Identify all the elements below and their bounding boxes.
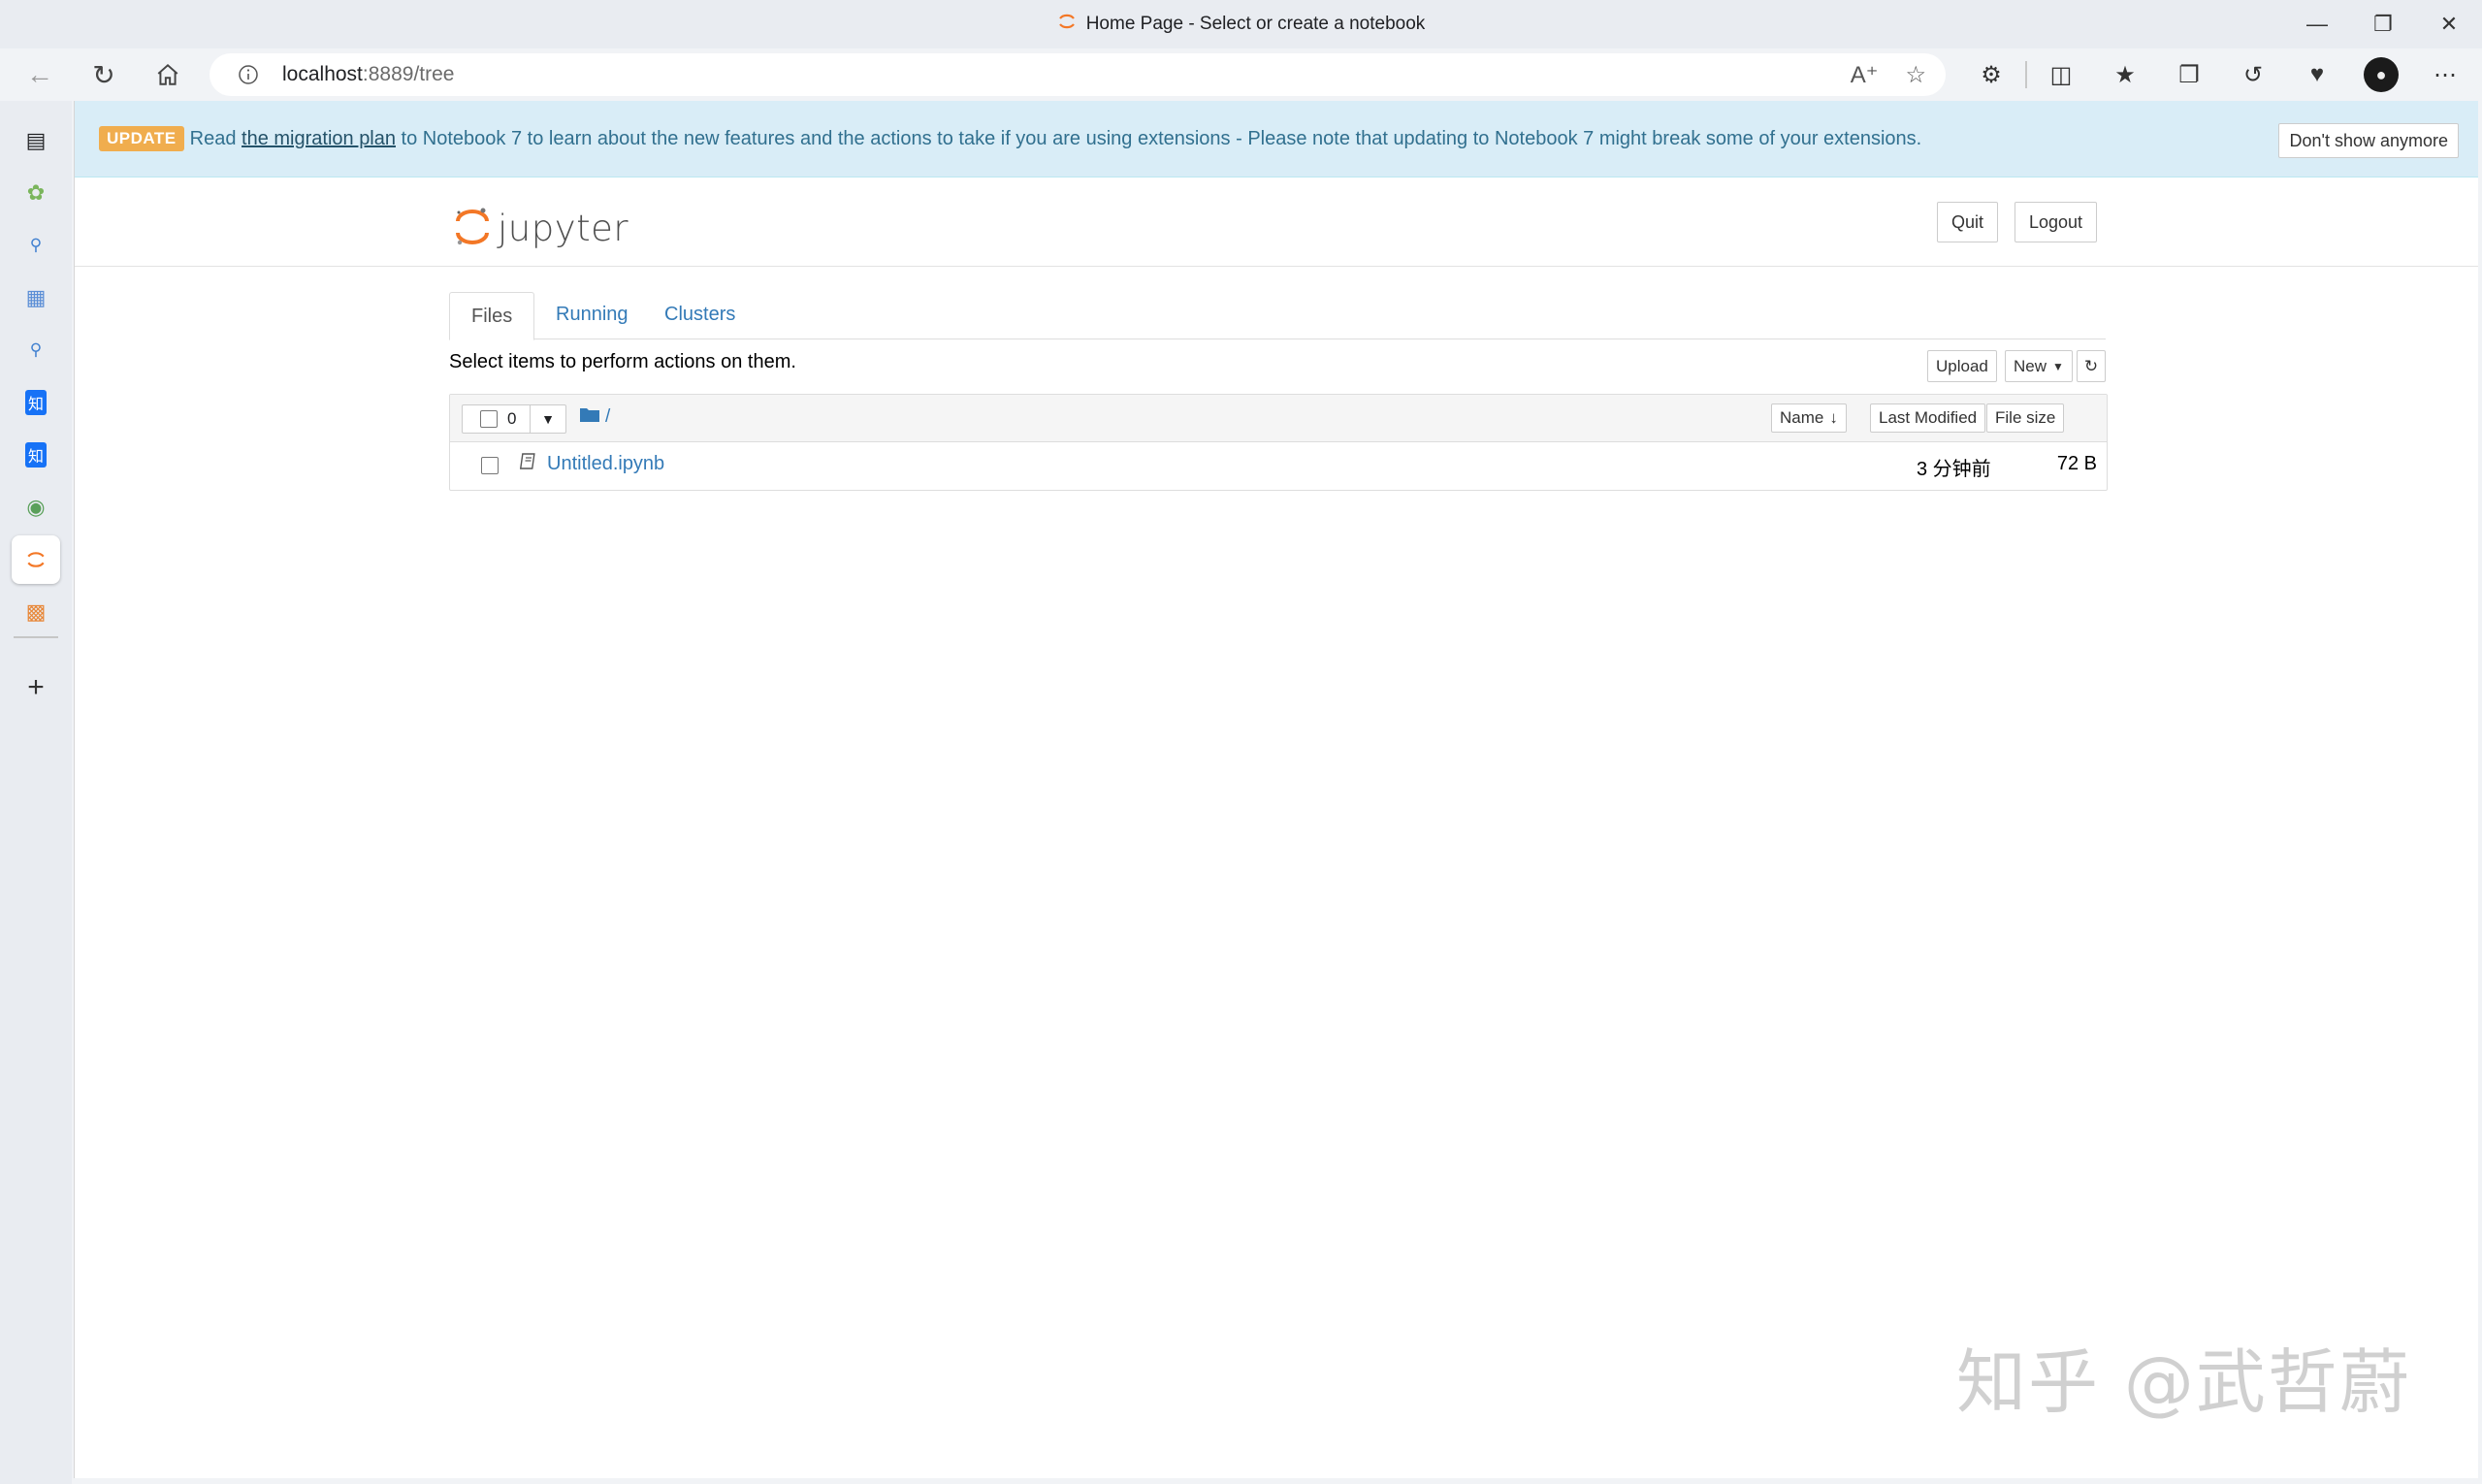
tab-files[interactable]: Files (449, 292, 535, 340)
new-button-label: New (2014, 356, 2047, 375)
site-info-icon[interactable] (234, 60, 263, 89)
name-column-label: Name (1780, 408, 1824, 427)
banner-message: Read the migration plan to Notebook 7 to… (190, 128, 1922, 150)
sort-by-name-button[interactable]: Name ↓ (1771, 403, 1847, 433)
new-tab-plus-icon[interactable]: + (12, 663, 60, 712)
url-path: :8889/tree (362, 63, 455, 85)
jupyter-header: jupyter Quit Logout (75, 177, 2478, 267)
arrow-down-icon: ↓ (1829, 408, 1838, 427)
selected-count: 0 (507, 409, 517, 428)
favorite-star-icon[interactable]: ☆ (1905, 61, 1926, 89)
refresh-icon: ↻ (2083, 356, 2099, 375)
performance-icon[interactable]: ♥ (2285, 48, 2349, 101)
sidebar-tab-icon-4[interactable]: ▩ (12, 588, 60, 636)
home-icon[interactable] (136, 48, 200, 101)
sort-by-last-modified-button[interactable]: Last Modified (1870, 403, 1986, 433)
jupyter-tab-icon[interactable] (12, 535, 60, 584)
select-all-dropdown[interactable]: 0 ▼ (462, 404, 566, 434)
sidebar-search-icon-1[interactable]: ⚲ (12, 221, 60, 270)
address-bar[interactable]: localhost:8889/tree A⁺ ☆ (210, 53, 1946, 96)
minimize-icon[interactable]: — (2284, 0, 2350, 48)
logout-button[interactable]: Logout (2015, 202, 2098, 242)
jupyter-logo[interactable]: jupyter (455, 206, 629, 251)
sidebar-search-icon-2[interactable]: ⚲ (12, 326, 60, 374)
zhihu-tab-icon-1[interactable]: 知 (12, 378, 60, 427)
url-host: localhost (282, 63, 363, 85)
tab-clusters[interactable]: Clusters (643, 292, 757, 338)
sort-by-file-size-button[interactable]: File size (1986, 403, 2065, 433)
browser-tab-title: Home Page - Select or create a notebook (1085, 14, 1426, 34)
select-menu-caret-icon[interactable]: ▼ (531, 405, 565, 433)
migration-plan-link[interactable]: the migration plan (242, 128, 396, 149)
sidebar-divider (14, 636, 58, 638)
update-banner: UPDATE Read the migration plan to Notebo… (75, 101, 2478, 177)
jupyter-page: UPDATE Read the migration plan to Notebo… (74, 101, 2478, 1478)
favorites-icon[interactable]: ★ (2093, 48, 2157, 101)
caret-down-icon: ▼ (2052, 359, 2064, 373)
dashboard-tabs: Files Running Clusters (449, 292, 2106, 340)
select-all-toggle[interactable]: 0 (463, 405, 531, 433)
refresh-list-button[interactable]: ↻ (2077, 350, 2106, 382)
vertical-tabs-sidebar: ▤ ✿ ⚲ ▦ ⚲ 知 知 ◉ ▩ + (0, 101, 72, 1484)
jupyter-logo-text: jupyter (498, 208, 629, 249)
extensions-icon[interactable]: ⚙ (1959, 48, 2023, 101)
table-row[interactable]: Untitled.ipynb 3 分钟前 72 B (450, 441, 2107, 488)
quit-button[interactable]: Quit (1937, 202, 1999, 242)
restore-icon[interactable]: ❐ (2350, 0, 2416, 48)
select-all-checkbox[interactable] (480, 410, 498, 428)
banner-text-before: Read (189, 127, 242, 149)
history-icon[interactable]: ↺ (2221, 48, 2285, 101)
watermark: 知乎 @武哲蔚 (1956, 1341, 2411, 1423)
dont-show-anymore-button[interactable]: Don't show anymore (2278, 123, 2459, 158)
banner-text-after: to Notebook 7 to learn about the new fea… (396, 127, 1922, 149)
upload-button[interactable]: Upload (1927, 350, 1997, 382)
select-items-message: Select items to perform actions on them. (449, 351, 796, 372)
row-checkbox[interactable] (481, 457, 499, 474)
file-name-link[interactable]: Untitled.ipynb (547, 453, 664, 475)
sidebar-tab-icon-3[interactable]: ◉ (12, 483, 60, 532)
jupyter-logo-icon (455, 206, 490, 251)
avatar: ● (2364, 57, 2399, 92)
file-size: 72 B (2056, 453, 2097, 474)
collections-icon[interactable]: ❐ (2157, 48, 2221, 101)
sidebar-tab-icon-1[interactable]: ✿ (12, 169, 60, 217)
more-options-icon[interactable]: ⋯ (2413, 48, 2477, 101)
browser-toolbar: ← ↻ localhost:8889/tree A⁺ ☆ ⚙ ◫ ★ ❐ ↺ ♥… (0, 48, 2482, 101)
folder-icon (580, 406, 599, 428)
tab-actions-icon[interactable]: ▤ (12, 116, 60, 165)
file-last-modified: 3 分钟前 (1917, 459, 1991, 480)
tab-running[interactable]: Running (534, 292, 650, 338)
profile-avatar[interactable]: ● (2349, 48, 2413, 101)
new-dropdown-button[interactable]: New ▼ (2005, 350, 2073, 382)
zhihu-tab-icon-2[interactable]: 知 (12, 431, 60, 479)
toolbar-divider (2025, 61, 2027, 88)
refresh-icon[interactable]: ↻ (72, 48, 136, 101)
breadcrumb-root[interactable]: / (605, 406, 610, 428)
jupyter-favicon-icon (1057, 12, 1077, 37)
breadcrumb[interactable]: / (580, 406, 610, 428)
close-icon[interactable]: ✕ (2416, 0, 2482, 48)
sidebar-tab-icon-2[interactable]: ▦ (12, 274, 60, 322)
read-aloud-icon[interactable]: A⁺ (1851, 61, 1879, 89)
file-list: 0 ▼ / Name ↓ Last Modified File size Unt… (449, 394, 2108, 491)
notebook-icon (519, 453, 537, 475)
file-list-header: 0 ▼ / Name ↓ Last Modified File size (450, 395, 2107, 442)
browser-title-bar: Home Page - Select or create a notebook … (0, 0, 2482, 48)
split-screen-icon[interactable]: ◫ (2029, 48, 2093, 101)
back-icon[interactable]: ← (8, 48, 72, 101)
update-badge: UPDATE (99, 126, 184, 151)
